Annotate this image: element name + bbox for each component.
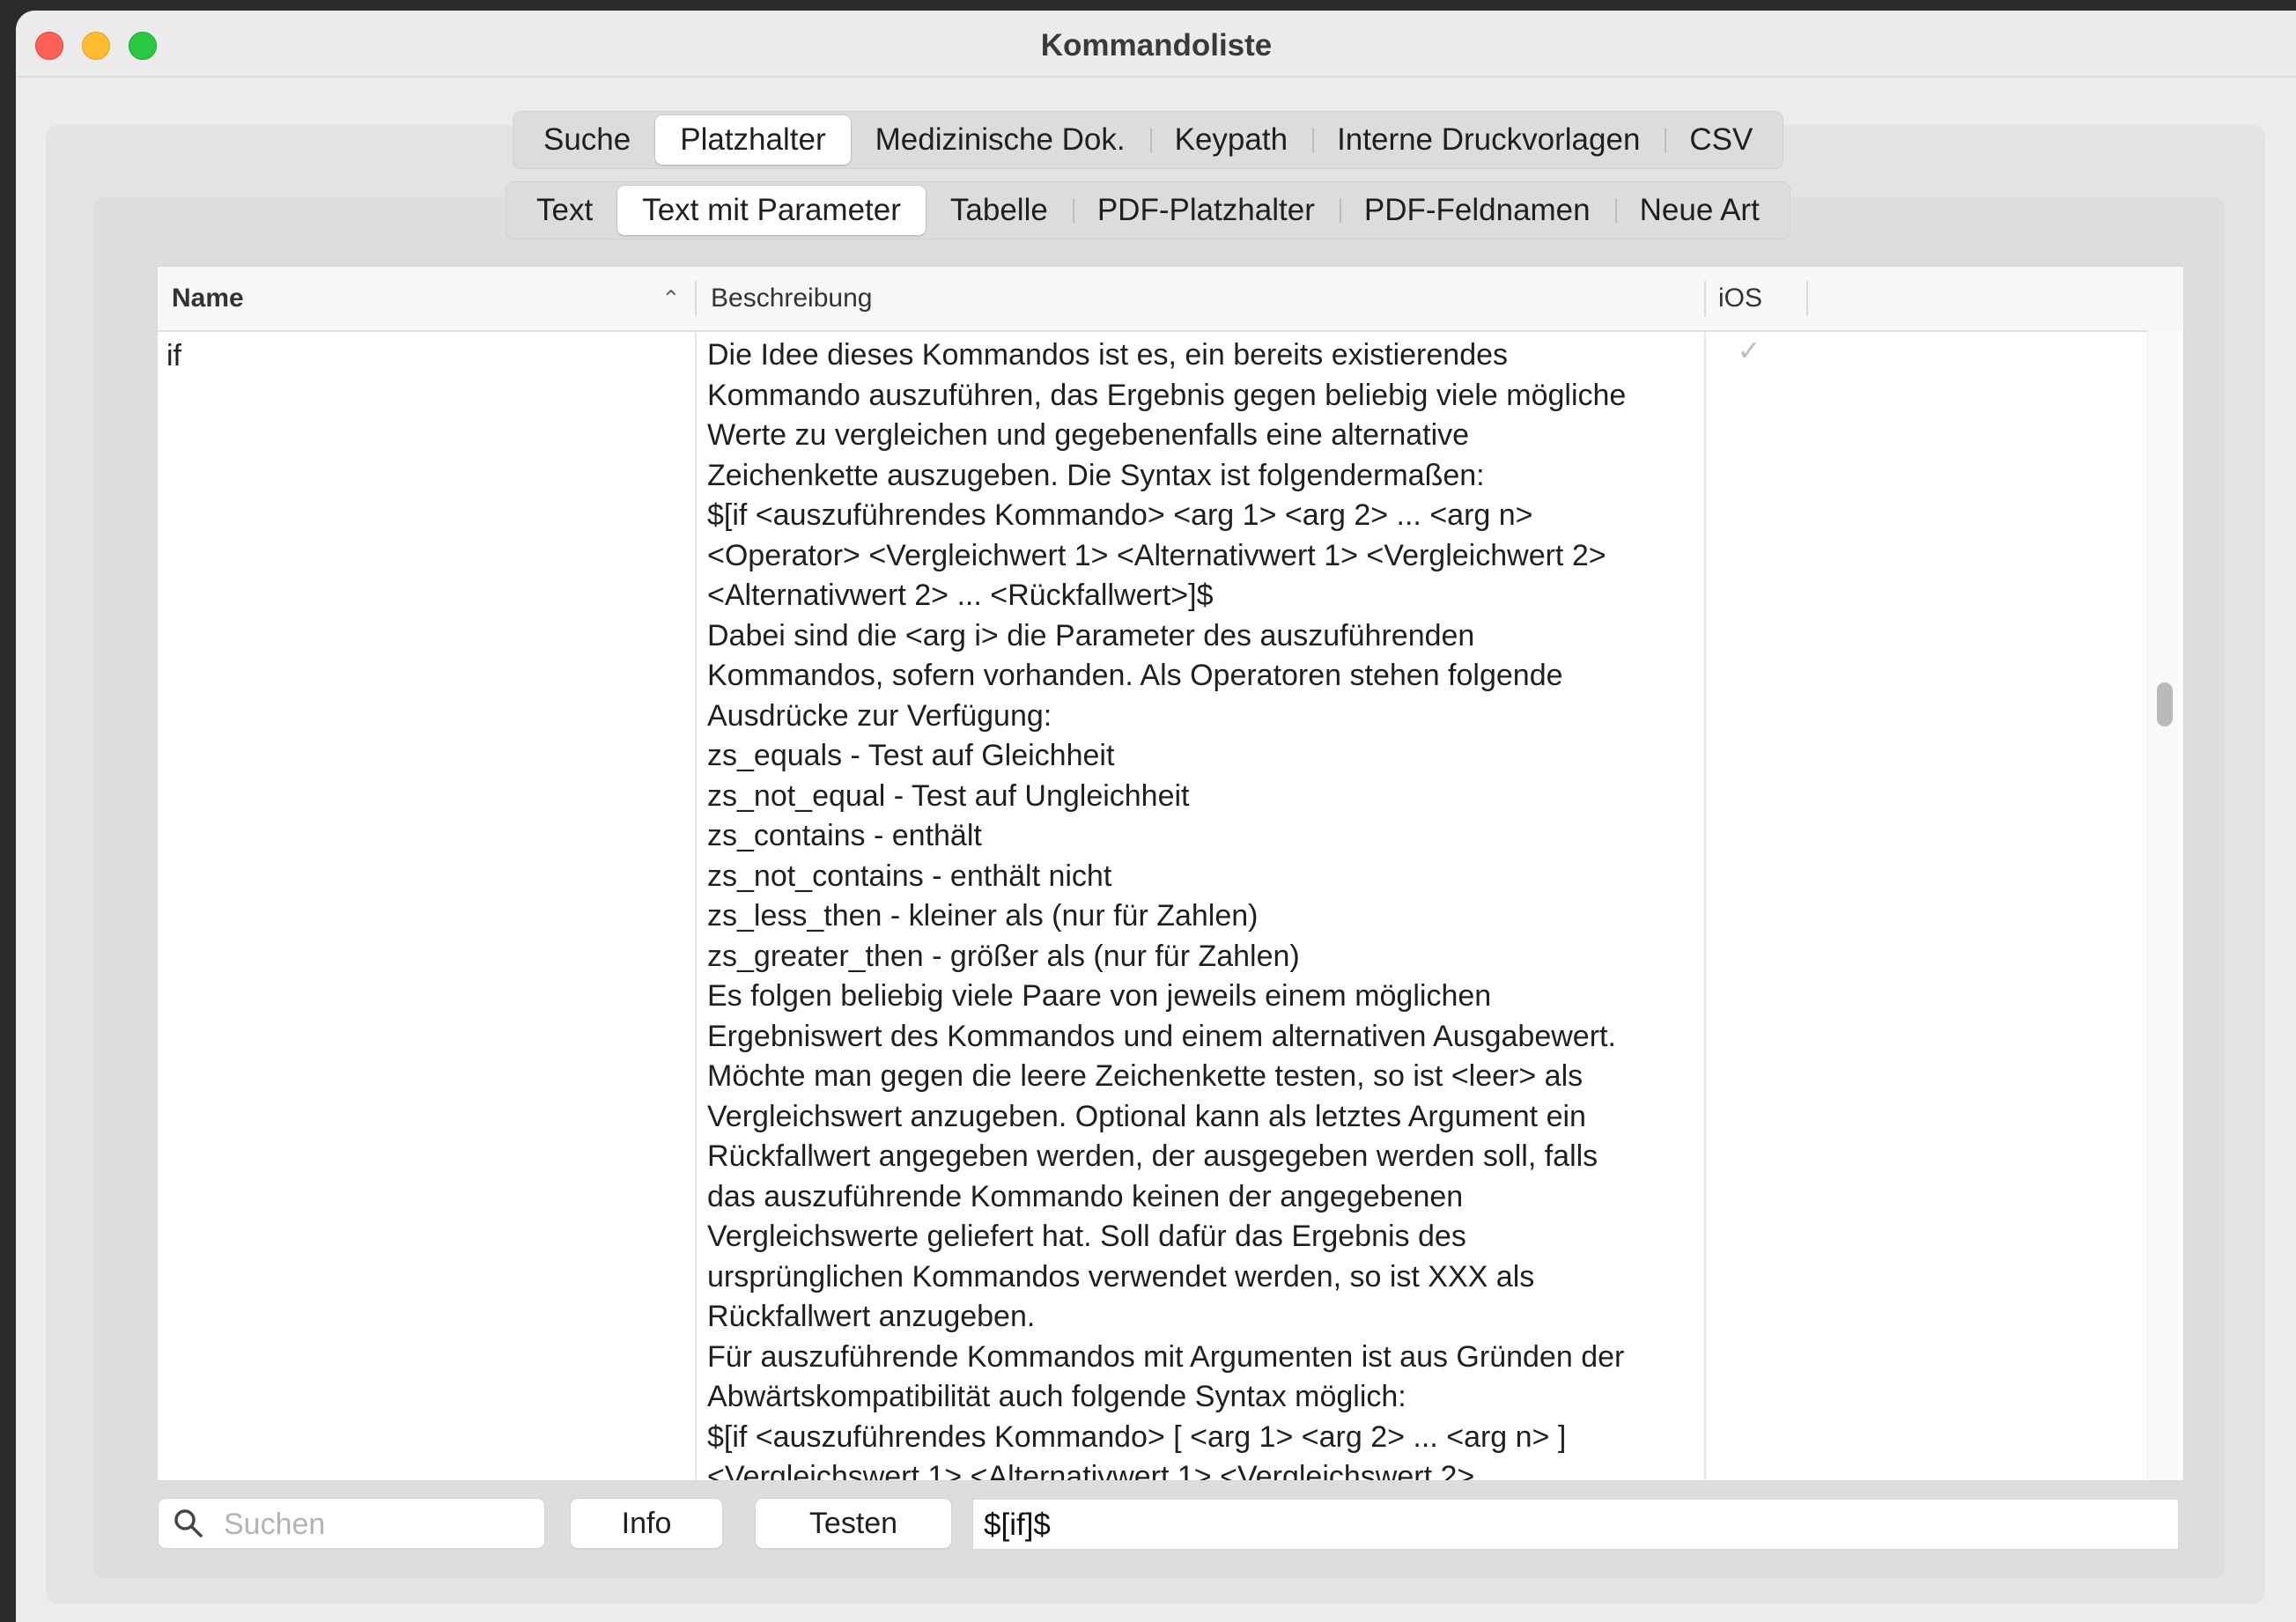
tab-interne-druckvorlagen[interactable]: Interne Druckvorlagen [1312,115,1665,165]
row-name-cell: if [166,339,181,372]
subtab-text-mit-parameter[interactable]: Text mit Parameter [617,186,926,235]
column-divider[interactable] [695,281,697,316]
subtab-text[interactable]: Text [512,186,617,235]
search-icon [174,1509,203,1537]
subtab-neue-art[interactable]: Neue Art [1614,186,1784,235]
chevron-up-icon: ⌃ [661,285,681,312]
column-header-ios[interactable]: iOS [1718,267,1762,330]
command-table: Name ⌃ Beschreibung iOS if Die Idee dies… [157,266,2184,1481]
vertical-scrollbar[interactable] [2147,330,2183,1480]
info-button[interactable]: Info [571,1499,722,1548]
tab-csv[interactable]: CSV [1665,115,1777,165]
tab-medizinische-dok[interactable]: Medizinische Dok. [851,115,1150,165]
tab-platzhalter[interactable]: Platzhalter [655,115,851,165]
search-field[interactable] [159,1499,544,1550]
subtab-pdf-platzhalter[interactable]: PDF-Platzhalter [1072,186,1340,235]
window-title: Kommandoliste [1040,28,1273,63]
search-input[interactable] [222,1499,534,1550]
row-description-cell: Die Idee dieses Kommandos ist es, ein be… [707,338,1627,1481]
scrollbar-thumb[interactable] [2157,682,2173,726]
command-field[interactable] [972,1499,2179,1551]
sub-tabs: Text Text mit Parameter Tabelle PDF-Plat… [506,181,1790,240]
table-header: Name ⌃ Beschreibung iOS [158,267,2183,332]
ios-checkmark-icon[interactable]: ✓ [1734,335,1764,365]
main-tabs: Suche Platzhalter Medizinische Dok. Keyp… [513,111,1784,169]
command-input[interactable] [982,1500,2166,1551]
tab-keypath[interactable]: Keypath [1149,115,1312,165]
tab-suche[interactable]: Suche [519,115,655,165]
column-header-name[interactable]: Name [172,267,244,330]
column-line [695,330,697,1480]
column-divider[interactable] [1806,281,1808,316]
title-bar: Kommandoliste [16,11,2296,77]
column-divider[interactable] [1704,281,1706,316]
column-header-description[interactable]: Beschreibung [711,267,872,330]
subtab-tabelle[interactable]: Tabelle [926,186,1073,235]
test-button[interactable]: Testen [756,1499,951,1548]
subtab-pdf-feldnamen[interactable]: PDF-Feldnamen [1339,186,1615,235]
